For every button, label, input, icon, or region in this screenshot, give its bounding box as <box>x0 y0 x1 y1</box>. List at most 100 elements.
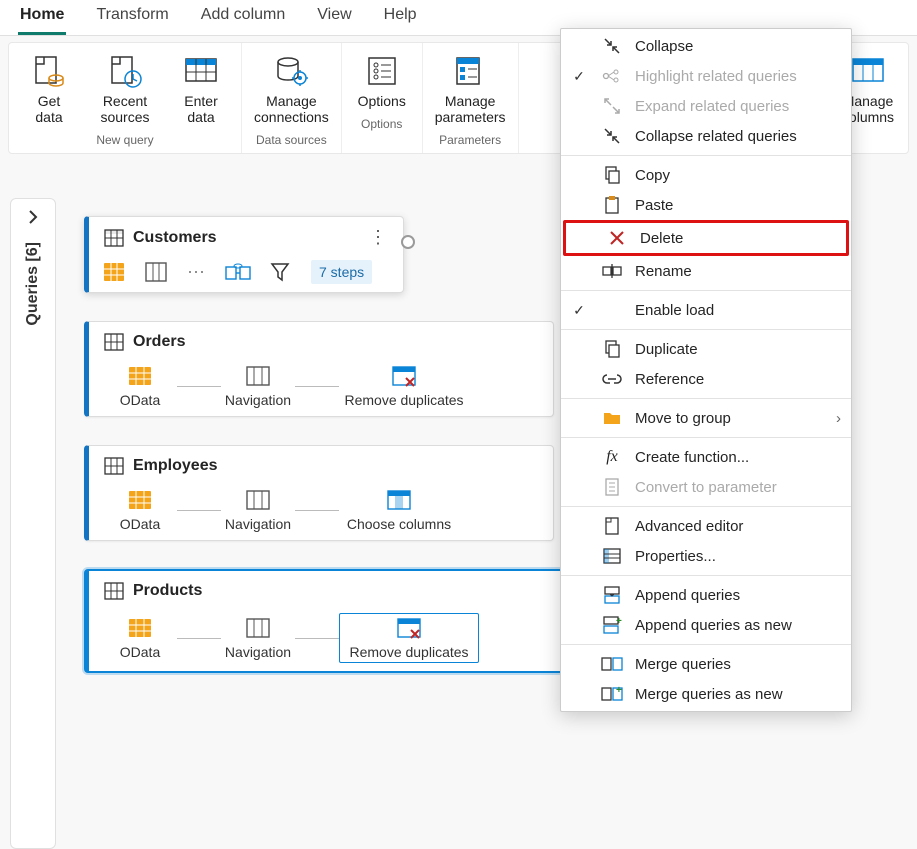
ctx-convert-to-parameter[interactable]: Convert to parameter <box>561 472 851 502</box>
properties-icon <box>601 546 623 566</box>
manage-parameters-icon <box>452 53 488 89</box>
ribbon-group-new-query: Get data Recent sources Enter data New q… <box>9 43 242 153</box>
ribbon-group-label-parameters: Parameters <box>439 133 501 147</box>
ctx-collapse[interactable]: Collapse <box>561 31 851 61</box>
ribbon-group-label-new-query: New query <box>96 133 153 147</box>
ctx-enable-load-label: Enable load <box>635 302 714 319</box>
options-label: Options <box>358 93 406 109</box>
step-navigation[interactable]: Navigation <box>221 364 295 408</box>
tab-help[interactable]: Help <box>382 0 419 35</box>
advanced-editor-icon <box>601 516 623 536</box>
odata-step-icon <box>103 262 125 282</box>
get-data-label: Get data <box>35 93 62 125</box>
ctx-duplicate-label: Duplicate <box>635 341 698 358</box>
ctx-advanced-editor-label: Advanced editor <box>635 518 743 535</box>
tab-add-column[interactable]: Add column <box>199 0 288 35</box>
manage-connections-icon <box>273 53 309 89</box>
ctx-separator <box>561 644 851 645</box>
step-label: Navigation <box>225 516 291 532</box>
ctx-advanced-editor[interactable]: Advanced editor <box>561 511 851 541</box>
manage-connections-label: Manage connections <box>254 93 329 125</box>
ctx-merge-queries-new[interactable]: + Merge queries as new <box>561 679 851 709</box>
ctx-merge-queries[interactable]: Merge queries <box>561 649 851 679</box>
ribbon-group-data-sources: Manage connections Data sources <box>242 43 342 153</box>
tab-view[interactable]: View <box>315 0 353 35</box>
ctx-paste[interactable]: Paste <box>561 190 851 220</box>
manage-connections-button[interactable]: Manage connections <box>252 49 331 129</box>
query-name: Customers <box>133 229 357 247</box>
ctx-copy[interactable]: Copy <box>561 160 851 190</box>
step-remove-duplicates[interactable]: Remove duplicates <box>339 364 469 408</box>
ctx-collapse-related-label: Collapse related queries <box>635 128 797 145</box>
step-odata[interactable]: OData <box>103 364 177 408</box>
ctx-expand-related-label: Expand related queries <box>635 98 789 115</box>
query-card-employees[interactable]: Employees OData Navigation Choose column… <box>84 445 554 541</box>
expand-related-icon <box>601 96 623 116</box>
ctx-append-queries[interactable]: Append queries <box>561 580 851 610</box>
recent-sources-button[interactable]: Recent sources <box>95 49 155 129</box>
step-label: Remove duplicates <box>344 392 463 408</box>
ctx-separator <box>561 290 851 291</box>
merge-step-icon <box>227 262 249 282</box>
step-remove-duplicates[interactable]: Remove duplicates <box>339 613 479 663</box>
get-data-button[interactable]: Get data <box>19 49 79 129</box>
copy-icon <box>601 165 623 185</box>
ctx-rename-label: Rename <box>635 263 692 280</box>
ctx-enable-load[interactable]: ✓ Enable load <box>561 295 851 325</box>
ctx-merge-queries-label: Merge queries <box>635 656 731 673</box>
tab-transform[interactable]: Transform <box>94 0 170 35</box>
sidebar-expand-chevron-icon[interactable] <box>25 209 41 228</box>
output-handle[interactable] <box>401 235 415 249</box>
ctx-reference[interactable]: Reference <box>561 364 851 394</box>
ctx-properties[interactable]: Properties... <box>561 541 851 571</box>
tab-home[interactable]: Home <box>18 0 66 35</box>
ctx-highlight-related[interactable]: ✓ Highlight related queries <box>561 61 851 91</box>
manage-parameters-button[interactable]: Manage parameters <box>433 49 508 129</box>
merge-icon <box>601 654 623 674</box>
ctx-append-queries-new[interactable]: + Append queries as new <box>561 610 851 640</box>
ctx-merge-queries-new-label: Merge queries as new <box>635 686 783 703</box>
append-new-icon: + <box>601 615 623 635</box>
query-card-products[interactable]: + Products OData Navigation Remove dupli… <box>84 569 604 673</box>
query-card-orders[interactable]: Orders OData Navigation Remove duplicate… <box>84 321 554 417</box>
steps-count-pill[interactable]: 7 steps <box>311 260 372 284</box>
get-data-icon <box>31 53 67 89</box>
step-choose-columns[interactable]: Choose columns <box>339 488 459 532</box>
step-odata[interactable]: OData <box>103 488 177 532</box>
ctx-delete-highlight-box: Delete <box>563 220 849 256</box>
svg-text:+: + <box>616 616 622 627</box>
step-navigation[interactable]: Navigation <box>221 488 295 532</box>
ctx-separator <box>561 575 851 576</box>
ctx-expand-related[interactable]: Expand related queries <box>561 91 851 121</box>
manage-columns-icon <box>850 53 886 89</box>
highlight-related-icon <box>601 66 623 86</box>
ctx-duplicate[interactable]: Duplicate <box>561 334 851 364</box>
step-odata[interactable]: OData <box>103 616 177 660</box>
collapse-icon <box>601 36 623 56</box>
ctx-rename[interactable]: Rename <box>561 256 851 286</box>
ribbon-group-label-data-sources: Data sources <box>256 133 327 147</box>
context-menu: Collapse ✓ Highlight related queries Exp… <box>560 28 852 712</box>
recent-sources-label: Recent sources <box>100 93 149 125</box>
ctx-separator <box>561 398 851 399</box>
connector-line <box>295 638 339 639</box>
options-button[interactable]: Options <box>352 49 412 113</box>
ctx-move-to-group[interactable]: Move to group › <box>561 403 851 433</box>
rename-icon <box>601 261 623 281</box>
ribbon-group-label-options: Options <box>361 117 402 131</box>
ctx-delete[interactable]: Delete <box>566 223 846 253</box>
ctx-properties-label: Properties... <box>635 548 716 565</box>
step-navigation[interactable]: Navigation <box>221 616 295 660</box>
ctx-collapse-related[interactable]: Collapse related queries <box>561 121 851 151</box>
navigation-step-icon <box>145 262 167 282</box>
connector-line <box>295 510 339 511</box>
query-card-customers[interactable]: Customers ⋮ ⋯ 7 steps <box>84 216 404 293</box>
manage-parameters-label: Manage parameters <box>435 93 506 125</box>
enter-data-label: Enter data <box>184 93 217 125</box>
ctx-create-function[interactable]: fx Create function... <box>561 442 851 472</box>
filter-step-icon <box>269 262 291 282</box>
step-label: Navigation <box>225 392 291 408</box>
enter-data-button[interactable]: Enter data <box>171 49 231 129</box>
paste-icon <box>601 195 623 215</box>
card-menu-icon[interactable]: ⋮ <box>365 227 391 248</box>
